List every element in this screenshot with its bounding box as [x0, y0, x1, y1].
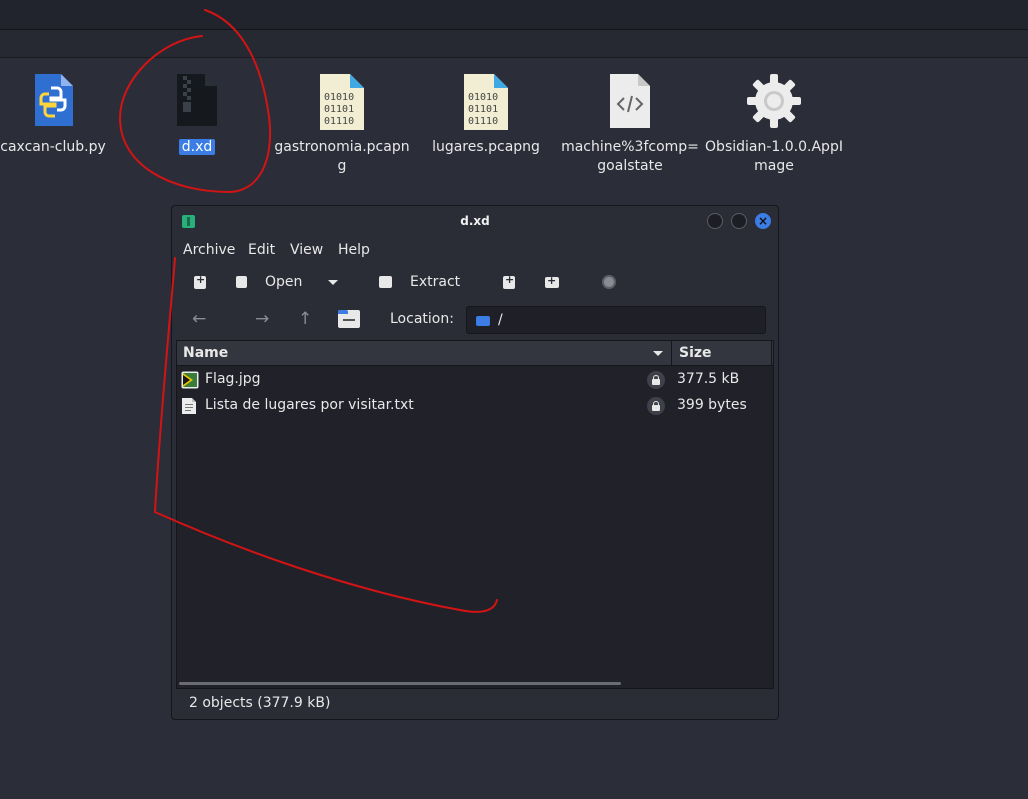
- column-size-header[interactable]: Size: [679, 345, 712, 361]
- folder-icon: [476, 316, 490, 326]
- stop-button[interactable]: [602, 268, 616, 296]
- lock-icon: [647, 371, 665, 389]
- minimize-button[interactable]: [707, 213, 723, 229]
- extract-icon: [379, 276, 392, 288]
- text-file-icon: [181, 397, 197, 415]
- desktop-file-label: gastronomia.pcapng: [274, 139, 410, 174]
- add-files-button[interactable]: [503, 268, 515, 296]
- add-folder-icon: [545, 274, 559, 288]
- file-manager-toolbar: [0, 30, 1028, 58]
- open-dropdown-button[interactable]: [328, 268, 338, 296]
- status-bar: 2 objects (377.9 kB): [172, 690, 778, 719]
- extract-button[interactable]: Extract: [379, 268, 460, 296]
- svg-text:01110: 01110: [468, 116, 498, 127]
- horizontal-scrollbar[interactable]: [179, 682, 621, 685]
- add-folder-button[interactable]: [545, 268, 559, 296]
- open-icon: [236, 276, 247, 288]
- svg-text:01101: 01101: [324, 104, 354, 115]
- open-label: Open: [265, 274, 303, 290]
- location-label: Location:: [390, 311, 454, 327]
- binary-file-icon: 01010 01101 01110: [272, 72, 412, 134]
- main-toolbar: Open Extract: [172, 268, 778, 296]
- desktop-file-label: caxcan-club.py: [0, 139, 106, 155]
- menu-help[interactable]: Help: [338, 242, 370, 258]
- desktop-file-gastronomia[interactable]: 01010 01101 01110 gastronomia.pcapng: [272, 72, 412, 176]
- lock-icon: [647, 397, 665, 415]
- gear-icon: [704, 72, 844, 134]
- window-title: d.xd: [460, 214, 490, 228]
- menu-view[interactable]: View: [290, 242, 323, 258]
- extract-label: Extract: [410, 274, 461, 290]
- file-list[interactable]: Name Size Flag.jpg 377.5 kB Lista de lug…: [176, 340, 774, 689]
- forward-arrow-icon[interactable]: →: [255, 309, 269, 329]
- svg-text:01101: 01101: [468, 104, 498, 115]
- new-document-icon: [194, 273, 206, 289]
- svg-text:01010: 01010: [324, 92, 354, 103]
- desktop-file-label: lugares.pcapng: [432, 139, 540, 155]
- top-panel: [0, 0, 1028, 30]
- desktop-file-lugares[interactable]: 01010 01101 01110 lugares.pcapng: [416, 72, 556, 157]
- file-name: Flag.jpg: [205, 371, 261, 387]
- navigation-bar: ← → ↑ Location: /: [172, 306, 778, 334]
- file-row[interactable]: Flag.jpg 377.5 kB: [177, 367, 773, 393]
- desktop-file-label: d.xd: [127, 138, 267, 157]
- file-size: 399 bytes: [677, 397, 747, 413]
- archive-manager-window: d.xd × Archive Edit View Help Open Extra…: [171, 205, 779, 720]
- add-file-icon: [503, 273, 515, 289]
- location-path: /: [498, 312, 503, 328]
- desktop-file-label: Obsidian-1.0.0.AppImage: [705, 139, 843, 174]
- file-size: 377.5 kB: [677, 371, 740, 387]
- desktop-file-d-xd[interactable]: d.xd: [127, 72, 267, 157]
- python-file-icon: [0, 72, 123, 134]
- binary-file-icon: 01010 01101 01110: [416, 72, 556, 134]
- desktop-file-label: machine%3fcomp=goalstate: [561, 139, 699, 174]
- location-field[interactable]: /: [466, 306, 766, 334]
- desktop-file-machine-goalstate[interactable]: machine%3fcomp=goalstate: [560, 72, 700, 176]
- file-row[interactable]: Lista de lugares por visitar.txt 399 byt…: [177, 393, 773, 419]
- close-button[interactable]: ×: [755, 213, 771, 229]
- archive-file-icon: [127, 72, 267, 134]
- up-arrow-icon[interactable]: ↑: [298, 309, 312, 329]
- desktop-file-caxcan-club[interactable]: caxcan-club.py: [0, 72, 123, 157]
- home-folder-icon[interactable]: [338, 310, 360, 328]
- file-list-header: Name Size: [177, 341, 773, 366]
- status-text: 2 objects (377.9 kB): [189, 695, 331, 711]
- code-file-icon: [560, 72, 700, 134]
- svg-text:01010: 01010: [468, 92, 498, 103]
- svg-text:01110: 01110: [324, 116, 354, 127]
- desktop-file-obsidian[interactable]: Obsidian-1.0.0.AppImage: [704, 72, 844, 176]
- column-name-header[interactable]: Name: [183, 345, 228, 361]
- new-archive-button[interactable]: [194, 268, 206, 296]
- open-button[interactable]: Open: [236, 268, 302, 296]
- sort-arrow-icon: [653, 351, 663, 356]
- chevron-down-icon: [328, 279, 338, 285]
- maximize-button[interactable]: [731, 213, 747, 229]
- menu-archive[interactable]: Archive: [183, 242, 235, 258]
- file-name: Lista de lugares por visitar.txt: [205, 397, 414, 413]
- image-file-icon: [181, 371, 199, 389]
- window-titlebar[interactable]: d.xd ×: [172, 206, 778, 237]
- stop-icon: [602, 275, 616, 289]
- menu-edit[interactable]: Edit: [248, 242, 275, 258]
- back-arrow-icon[interactable]: ←: [192, 309, 206, 329]
